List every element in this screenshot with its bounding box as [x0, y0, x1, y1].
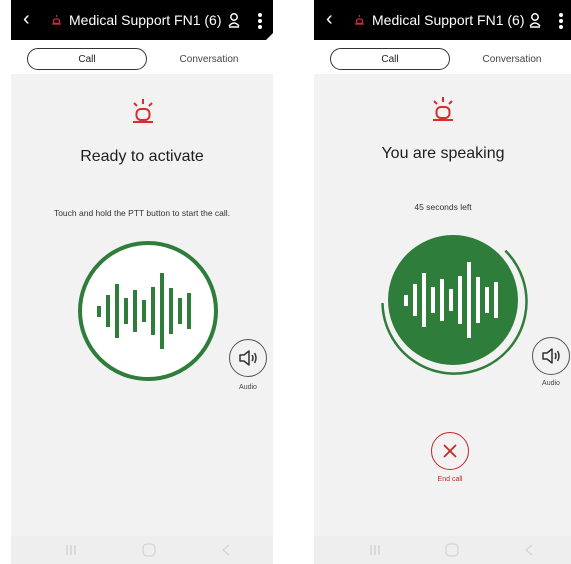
title-bar: ‹ Medical Support FN1 (6)	[11, 0, 273, 41]
audio-label: Audio	[239, 384, 257, 391]
tab-call[interactable]: Call	[27, 48, 147, 70]
ptt-button[interactable]	[77, 240, 219, 382]
speaker-icon	[239, 350, 257, 366]
recent-apps-icon[interactable]	[64, 543, 78, 557]
siren-icon	[433, 97, 453, 121]
ptt-hint: Touch and hold the PTT button to start t…	[53, 208, 231, 218]
status-title: Ready to activate	[80, 148, 204, 165]
speaker-icon	[542, 348, 560, 364]
audio-button[interactable]	[532, 337, 570, 375]
ptt-button[interactable]	[378, 230, 528, 380]
siren-icon	[355, 15, 364, 25]
tab-conversation[interactable]: Conversation	[159, 48, 259, 70]
group-title: Medical Support FN1 (6)	[372, 12, 525, 28]
status-title: You are speaking	[381, 145, 505, 162]
system-nav-bar	[314, 536, 571, 564]
contact-icon[interactable]	[227, 12, 241, 28]
back-chevron-icon[interactable]: ‹	[326, 9, 333, 29]
more-vert-icon[interactable]	[257, 12, 263, 30]
contact-icon[interactable]	[528, 12, 542, 28]
phone-screen-speaking: ‹ Medical Support FN1 (6) Call Conversat…	[314, 0, 571, 564]
siren-icon	[52, 15, 61, 25]
system-nav-bar	[11, 536, 273, 564]
phone-screen-ready: ‹ Medical Support FN1 (6) Call Conversat…	[11, 0, 273, 564]
more-vert-icon[interactable]	[558, 12, 564, 30]
end-call-button[interactable]	[431, 432, 469, 470]
back-icon[interactable]	[219, 543, 233, 557]
audio-button[interactable]	[229, 339, 267, 377]
home-icon[interactable]	[142, 543, 156, 557]
back-icon[interactable]	[522, 543, 536, 557]
title-bar: ‹ Medical Support FN1 (6)	[314, 0, 571, 40]
audio-label: Audio	[542, 380, 560, 387]
recent-apps-icon[interactable]	[368, 543, 382, 557]
back-chevron-icon[interactable]: ‹	[23, 9, 30, 29]
end-call-label: End call	[437, 476, 463, 483]
tab-strip: Call Conversation	[314, 40, 571, 74]
home-icon[interactable]	[445, 543, 459, 557]
countdown-timer: 45 seconds left	[414, 202, 472, 212]
tab-conversation[interactable]: Conversation	[462, 48, 562, 70]
tab-call[interactable]: Call	[330, 48, 450, 70]
siren-icon	[133, 99, 153, 123]
tab-strip: Call Conversation	[11, 40, 273, 74]
close-icon	[443, 444, 457, 458]
group-title: Medical Support FN1 (6)	[69, 12, 222, 28]
